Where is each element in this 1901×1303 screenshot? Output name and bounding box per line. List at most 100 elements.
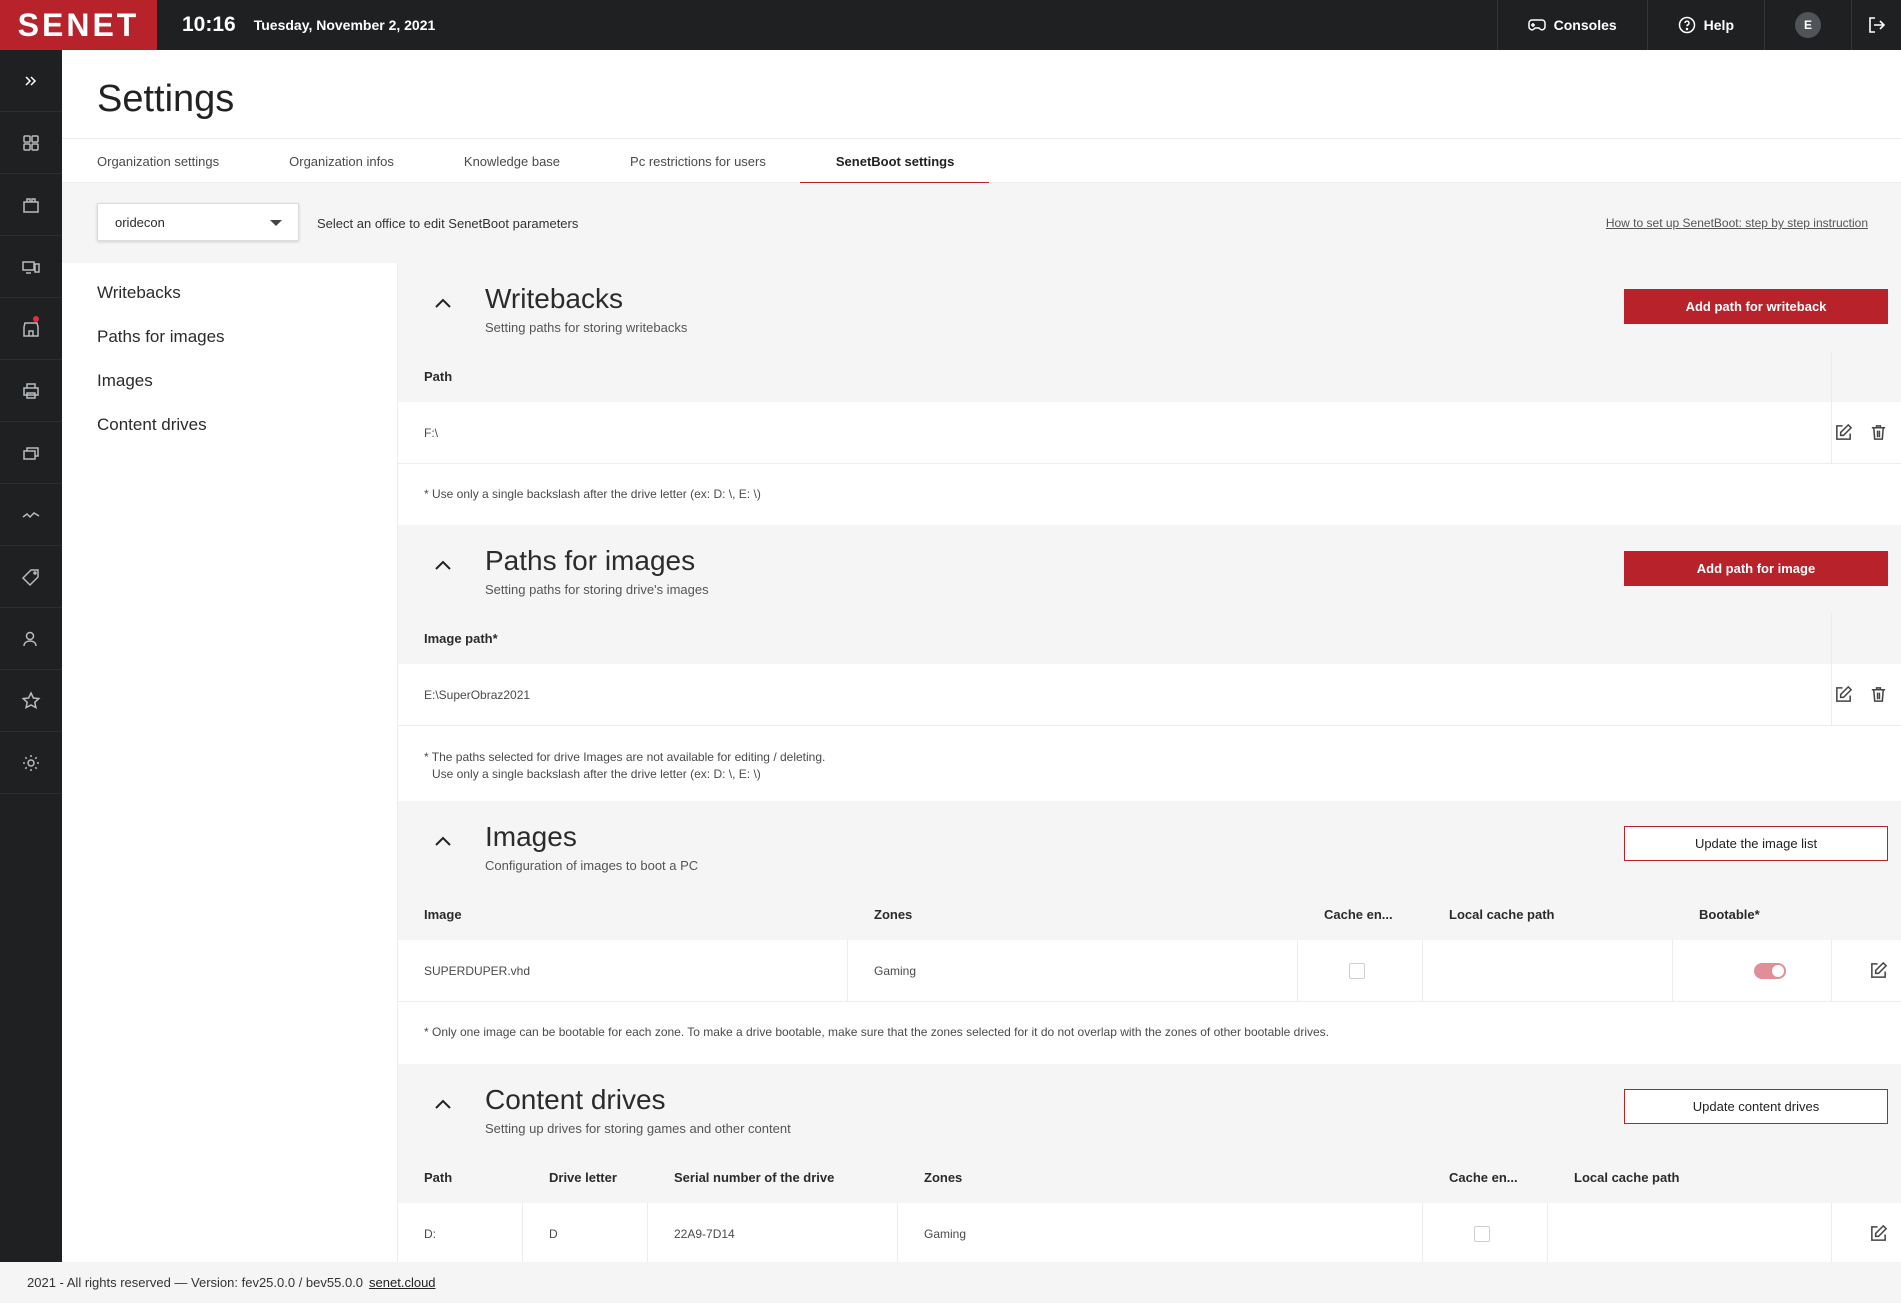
store-icon xyxy=(23,321,39,337)
tab-organization-infos[interactable]: Organization infos xyxy=(289,139,394,183)
section-nav-writebacks[interactable]: Writebacks xyxy=(97,282,225,326)
notification-dot xyxy=(33,316,39,322)
clock: 10:16 xyxy=(182,13,236,36)
collapse-paths[interactable] xyxy=(435,557,451,571)
page-title: Settings xyxy=(97,78,235,120)
collapse-images[interactable] xyxy=(435,833,451,847)
sidebar-item-print[interactable] xyxy=(0,360,62,422)
edit-icon[interactable] xyxy=(1869,961,1888,980)
column-header-serial: Serial number of the drive xyxy=(674,1170,835,1185)
section-nav-content-drives[interactable]: Content drives xyxy=(97,414,225,458)
section-nav: Writebacks Paths for images Images Conte… xyxy=(97,282,225,458)
cache-checkbox[interactable] xyxy=(1349,962,1365,979)
office-hint: Select an office to edit SenetBoot param… xyxy=(317,216,579,231)
edit-icon[interactable] xyxy=(1869,1224,1888,1243)
cache-checkbox[interactable] xyxy=(1474,1225,1490,1242)
images-header: Images Configuration of images to boot a… xyxy=(398,801,1901,889)
paths-table-header: Image path* xyxy=(398,613,1901,664)
sidebar-item-computers[interactable] xyxy=(0,236,62,298)
table-row: F:\ xyxy=(398,402,1901,464)
settings-tabs: Organization settings Organization infos… xyxy=(62,138,1901,184)
sidebar-item-shop[interactable] xyxy=(0,174,62,236)
trash-icon[interactable] xyxy=(1869,685,1888,704)
column-header-drive-letter: Drive letter xyxy=(549,1170,617,1185)
table-row: SUPERDUPER.vhd Gaming xyxy=(398,940,1901,1002)
sidebar-item-store[interactable] xyxy=(0,298,62,360)
logout-button[interactable] xyxy=(1851,0,1901,50)
help-label: Help xyxy=(1703,17,1734,33)
user-menu[interactable]: E xyxy=(1764,0,1851,50)
content-drives-header: Content drives Setting up drives for sto… xyxy=(398,1064,1901,1152)
image-path: E:\SuperObraz2021 xyxy=(424,687,531,702)
edit-icon[interactable] xyxy=(1834,423,1853,442)
trash-icon[interactable] xyxy=(1869,423,1888,442)
caret-down-icon xyxy=(270,220,282,226)
consoles-button[interactable]: Consoles xyxy=(1496,0,1647,50)
tab-organization-settings[interactable]: Organization settings xyxy=(97,139,219,183)
help-button[interactable]: Help xyxy=(1646,0,1764,50)
writeback-path: F:\ xyxy=(424,425,438,440)
footer-link[interactable]: senet.cloud xyxy=(369,1275,436,1290)
collapse-content-drives[interactable] xyxy=(435,1096,451,1110)
footer: 2021 - All rights reserved — Version: fe… xyxy=(0,1262,1901,1303)
sidebar-item-layers[interactable] xyxy=(0,422,62,484)
collapse-writebacks[interactable] xyxy=(435,295,451,309)
content-drives-title: Content drives xyxy=(485,1084,666,1115)
paths-note-line2: Use only a single backslash after the dr… xyxy=(432,767,761,781)
sidebar-item-dashboard[interactable] xyxy=(0,112,62,174)
paths-note: * The paths selected for drive Images ar… xyxy=(398,726,1901,801)
consoles-label: Consoles xyxy=(1553,17,1617,33)
bootable-toggle[interactable] xyxy=(1754,962,1786,979)
images-title: Images xyxy=(485,821,577,852)
images-note: * Only one image can be bootable for eac… xyxy=(398,1002,1901,1064)
paths-subtitle: Setting paths for storing drive's images xyxy=(485,582,709,597)
image-cache-cell xyxy=(1323,940,1365,1001)
activity-icon xyxy=(22,511,40,518)
column-header-image-path: Image path* xyxy=(424,631,498,646)
tab-knowledge-base[interactable]: Knowledge base xyxy=(464,139,560,183)
add-writeback-button[interactable]: Add path for writeback xyxy=(1624,289,1888,324)
office-bar: oridecon Select an office to edit SenetB… xyxy=(62,183,1901,263)
chevron-up-icon xyxy=(435,298,451,308)
sidebar xyxy=(0,50,62,1262)
table-row: D: D 22A9-7D14 Gaming xyxy=(398,1203,1901,1262)
drive-zones: Gaming xyxy=(924,1226,967,1241)
tab-pc-restrictions[interactable]: Pc restrictions for users xyxy=(630,139,766,183)
column-header-zones: Zones xyxy=(874,907,913,922)
update-image-list-button[interactable]: Update the image list xyxy=(1624,826,1888,861)
office-select[interactable]: oridecon xyxy=(97,203,299,241)
howto-link[interactable]: How to set up SenetBoot: step by step in… xyxy=(1606,216,1868,230)
writebacks-table-header: Path xyxy=(398,351,1901,402)
writebacks-header: Writebacks Setting paths for storing wri… xyxy=(398,263,1901,351)
gamepad-icon xyxy=(1527,19,1546,31)
edit-icon[interactable] xyxy=(1834,685,1853,704)
senet-logo[interactable]: SENET xyxy=(0,0,157,50)
section-nav-paths[interactable]: Paths for images xyxy=(97,326,225,370)
computers-icon xyxy=(22,260,40,274)
dashboard-icon xyxy=(23,134,39,151)
sidebar-item-favorites[interactable] xyxy=(0,670,62,732)
drive-serial: 22A9-7D14 xyxy=(674,1226,735,1241)
print-icon xyxy=(23,382,39,399)
add-image-path-button[interactable]: Add path for image xyxy=(1624,551,1888,586)
tab-senetboot-settings[interactable]: SenetBoot settings xyxy=(799,139,990,184)
column-header-cache: Cache en... xyxy=(1449,1170,1518,1185)
paths-header: Paths for images Setting paths for stori… xyxy=(398,525,1901,613)
sidebar-item-tags[interactable] xyxy=(0,546,62,608)
main-area: Settings Organization settings Organizat… xyxy=(62,50,1901,1262)
avatar: E xyxy=(1795,12,1821,38)
content-drives-table-header: Path Drive letter Serial number of the d… xyxy=(398,1152,1901,1203)
images-table-header: Image Zones Cache en... Local cache path… xyxy=(398,889,1901,940)
column-header-cache: Cache en... xyxy=(1324,907,1393,922)
drive-path: D: xyxy=(424,1226,436,1241)
update-content-drives-button[interactable]: Update content drives xyxy=(1624,1089,1888,1124)
office-select-value: oridecon xyxy=(115,214,165,230)
paths-title: Paths for images xyxy=(485,545,696,576)
image-bootable-cell xyxy=(1728,940,1786,1001)
sidebar-expand[interactable] xyxy=(0,50,62,112)
sidebar-item-settings[interactable] xyxy=(0,732,62,794)
sidebar-item-users[interactable] xyxy=(0,608,62,670)
sidebar-item-activity[interactable] xyxy=(0,484,62,546)
column-header-local-cache: Local cache path xyxy=(1449,907,1555,922)
section-nav-images[interactable]: Images xyxy=(97,370,225,414)
